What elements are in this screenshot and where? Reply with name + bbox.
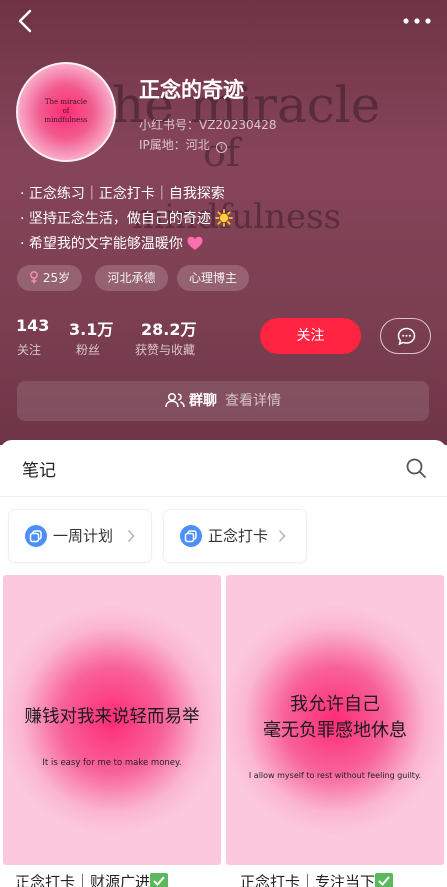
collection-icon xyxy=(25,525,47,547)
note-card-subtitle: It is easy for me to make money. xyxy=(42,758,182,768)
likes-count[interactable]: 28.2万 xyxy=(141,316,196,340)
note-card-title[interactable]: 正念打卡｜财源广进 xyxy=(15,870,169,887)
group-chat-detail: 查看详情 xyxy=(225,393,281,409)
note-card-title-text: 正念打卡｜专注当下 xyxy=(240,873,376,887)
notes-section: 笔记 一周计划 正念打卡 赚钱对我来说轻而易举 It is easy for m… xyxy=(0,440,447,887)
info-icon[interactable]: i xyxy=(215,142,227,153)
message-button[interactable] xyxy=(380,318,431,354)
profile-header: he miracle of mindfulness The miracle of… xyxy=(0,0,447,445)
search-icon[interactable] xyxy=(405,457,427,479)
ip-location: IP属地：河北 i xyxy=(139,136,227,153)
chevron-right-icon xyxy=(127,529,135,543)
bio-line-3: · 希望我的文字能够温暖你 xyxy=(20,233,203,253)
follow-button[interactable]: 关注 xyxy=(260,318,361,354)
bio-line-2: · 坚持正念生活，做自己的奇迹 xyxy=(20,208,233,228)
avatar-text: The miracle of mindfulness xyxy=(18,98,114,124)
collection-chip-label: 正念打卡 xyxy=(208,527,269,545)
note-card-quote: 赚钱对我来说轻而易举 xyxy=(24,707,200,727)
followers-count[interactable]: 3.1万 xyxy=(69,316,113,340)
more-icon[interactable] xyxy=(403,18,431,24)
tag-category: 心理博主 xyxy=(177,265,249,291)
followers-label: 粉丝 xyxy=(76,343,101,357)
following-count[interactable]: 143 xyxy=(16,316,49,335)
account-id: 小红书号：VZ20230428 xyxy=(139,118,277,132)
divider xyxy=(0,496,447,497)
top-bar xyxy=(0,0,447,44)
heart-icon xyxy=(187,236,203,250)
note-card-title[interactable]: 正念打卡｜专注当下 xyxy=(240,870,394,887)
group-icon xyxy=(165,392,185,408)
sun-icon xyxy=(215,209,233,227)
note-card-quote: 我允许自己 毫无负罪感地休息 xyxy=(226,692,444,744)
check-icon xyxy=(150,873,169,887)
avatar-text-line-3: mindfulness xyxy=(44,115,88,124)
collection-chip-mindfulness[interactable]: 正念打卡 xyxy=(164,510,306,562)
note-card-title-text: 正念打卡｜财源广进 xyxy=(15,873,151,887)
collection-icon xyxy=(180,525,202,547)
female-icon xyxy=(29,271,38,284)
collection-chip-label: 一周计划 xyxy=(53,527,114,545)
following-label: 关注 xyxy=(17,343,42,357)
tag-location: 河北承德 xyxy=(95,265,168,291)
watermark: 小红书 xyxy=(6,877,34,887)
tag-age-label: 25岁 xyxy=(42,271,71,285)
group-chat-bar[interactable]: 群聊 查看详情 xyxy=(17,381,429,421)
message-icon xyxy=(397,327,416,346)
collection-chip-weekly-plan[interactable]: 一周计划 xyxy=(9,510,151,562)
note-card-subtitle: I allow myself to rest without feeling g… xyxy=(248,771,422,780)
chevron-right-icon xyxy=(278,529,286,543)
note-card[interactable]: 赚钱对我来说轻而易举 It is easy for me to make mon… xyxy=(3,575,221,865)
bio-line-1: · 正念练习｜正念打卡｜自我探索 xyxy=(20,186,225,202)
likes-label: 获赞与收藏 xyxy=(135,343,196,357)
note-card-quote-line-2: 毫无负罪感地休息 xyxy=(263,720,407,742)
avatar-text-line-1: The miracle xyxy=(44,98,88,106)
bio-line-3-text: · 希望我的文字能够温暖你 xyxy=(20,236,183,252)
note-card[interactable]: 我允许自己 毫无负罪感地休息 I allow myself to rest wi… xyxy=(226,575,444,865)
tab-notes[interactable]: 笔记 xyxy=(22,456,56,481)
avatar[interactable]: The miracle of mindfulness xyxy=(16,62,116,162)
group-chat-title: 群聊 xyxy=(189,393,217,409)
avatar-text-line-2: of xyxy=(62,106,70,115)
ip-location-text: IP属地：河北 xyxy=(139,138,210,152)
bio-line-2-text: · 坚持正念生活，做自己的奇迹 xyxy=(20,211,211,227)
tag-age: 25岁 xyxy=(17,265,82,291)
profile-name: 正念的奇迹 xyxy=(139,78,244,102)
check-icon xyxy=(375,873,394,887)
back-icon[interactable] xyxy=(14,8,38,34)
note-card-quote-line-1: 我允许自己 xyxy=(290,694,380,715)
